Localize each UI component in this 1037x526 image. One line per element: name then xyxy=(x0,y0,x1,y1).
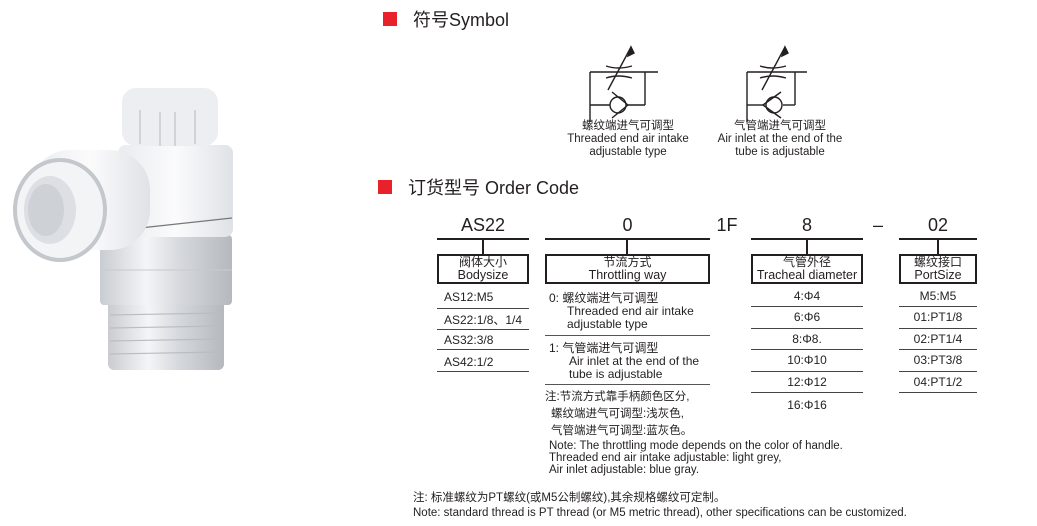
header-port-size: 螺纹接口 PortSize xyxy=(899,254,977,284)
note-cn: 螺纹端进气可调型:浅灰色, xyxy=(551,408,684,420)
diameter-item: 10:Φ10 xyxy=(751,350,863,372)
body-size-item: AS42:1/2 xyxy=(437,350,529,372)
order-title-text: 订货型号 Order Code xyxy=(408,178,580,198)
header-bodysize: 阀体大小 Bodysize xyxy=(437,254,529,284)
code-tick xyxy=(806,239,808,254)
footer-note-en: Note: standard thread is PT thread (or M… xyxy=(413,507,907,519)
code-tick xyxy=(937,239,939,254)
body-size-item: AS22:1/8、1/4 xyxy=(437,309,529,330)
header-throttling-way: 节流方式 Throttling way xyxy=(545,254,710,284)
code-underline-fixed xyxy=(700,238,710,240)
body-size-item: AS32:3/8 xyxy=(437,330,529,350)
symbol-tube-label: 气管端进气可调型 Air inlet at the end of the tub… xyxy=(700,120,860,159)
throttle-en: tube is adjustable xyxy=(569,367,663,381)
code-tick xyxy=(626,239,628,254)
code-part-dash: – xyxy=(872,215,883,235)
header-tracheal-diameter: 气管外径 Tracheal diameter xyxy=(751,254,863,284)
diameter-item: 8:Φ8. xyxy=(751,329,863,350)
note-cn: 气管端进气可调型:蓝灰色。 xyxy=(551,425,693,437)
diameter-item: 4:Φ4 xyxy=(751,287,863,307)
diameter-item: 12:Φ12 xyxy=(751,372,863,393)
code-part-body: AS22 xyxy=(460,215,506,235)
port-size-item: 03:PT3/8 xyxy=(899,350,977,372)
throttle-code: 1: xyxy=(549,341,560,355)
note-cn: 注:节流方式靠手柄颜色区分, xyxy=(545,391,690,403)
port-size-item: M5:M5 xyxy=(899,287,977,307)
section-marker-icon xyxy=(378,180,392,194)
symbol-label-en: Threaded end air intake xyxy=(567,133,689,145)
throttle-way-item: 1: 气管端进气可调型 Air inlet at the end of the … xyxy=(545,340,710,385)
port-size-item: 02:PT1/4 xyxy=(899,329,977,350)
header-en: Bodysize xyxy=(457,268,509,282)
symbol-label-en: tube is adjustable xyxy=(735,146,825,158)
port-size-item: 04:PT1/2 xyxy=(899,372,977,393)
code-part-fixed: 1F xyxy=(716,215,738,235)
throttle-valve-threaded-symbol-icon xyxy=(589,45,658,136)
header-en: Tracheal diameter xyxy=(756,268,858,282)
section-marker-icon xyxy=(383,12,397,26)
body-size-item: AS12:M5 xyxy=(437,288,529,309)
symbol-tube-end xyxy=(745,32,815,136)
throttle-code: 0: xyxy=(549,291,560,305)
note-en: Air inlet adjustable: blue gray. xyxy=(549,464,700,476)
code-tick xyxy=(482,239,484,254)
throttle-cn: 气管端进气可调型 xyxy=(562,341,659,355)
throttle-valve-tube-symbol-icon xyxy=(746,45,807,136)
diameter-item: 16:Φ16 xyxy=(787,398,827,412)
symbol-threaded-end xyxy=(588,32,658,136)
symbol-label-cn: 气管端进气可调型 xyxy=(734,120,826,132)
header-en: PortSize xyxy=(914,268,962,282)
throttle-cn: 螺纹端进气可调型 xyxy=(562,291,659,305)
product-image xyxy=(0,70,300,370)
code-part-port: 02 xyxy=(927,215,949,235)
code-part-throttle: 0 xyxy=(622,215,633,235)
symbol-label-en: adjustable type xyxy=(589,146,667,158)
code-part-diameter: 8 xyxy=(801,215,812,235)
symbol-label-en: Air inlet at the end of the xyxy=(717,133,843,145)
throttle-en: adjustable type xyxy=(567,317,648,331)
port-size-item: 01:PT1/8 xyxy=(899,307,977,329)
pneumatic-fitting-photo-icon xyxy=(13,88,233,370)
symbol-section-title: 符号Symbol xyxy=(383,6,509,32)
order-section-title: 订货型号 Order Code xyxy=(378,174,579,200)
footer-note-cn: 注: 标准螺纹为PT螺纹(或M5公制螺纹),其余规格螺纹可定制。 xyxy=(413,492,726,504)
throttle-way-item: 0: 螺纹端进气可调型 Threaded end air intake adju… xyxy=(545,292,710,336)
symbol-threaded-label: 螺纹端进气可调型 Threaded end air intake adjusta… xyxy=(548,120,708,159)
diameter-item: 6:Φ6 xyxy=(751,307,863,329)
header-en: Throttling way xyxy=(588,268,667,282)
symbol-label-cn: 螺纹端进气可调型 xyxy=(582,120,674,132)
symbol-title-text: 符号Symbol xyxy=(413,10,510,30)
